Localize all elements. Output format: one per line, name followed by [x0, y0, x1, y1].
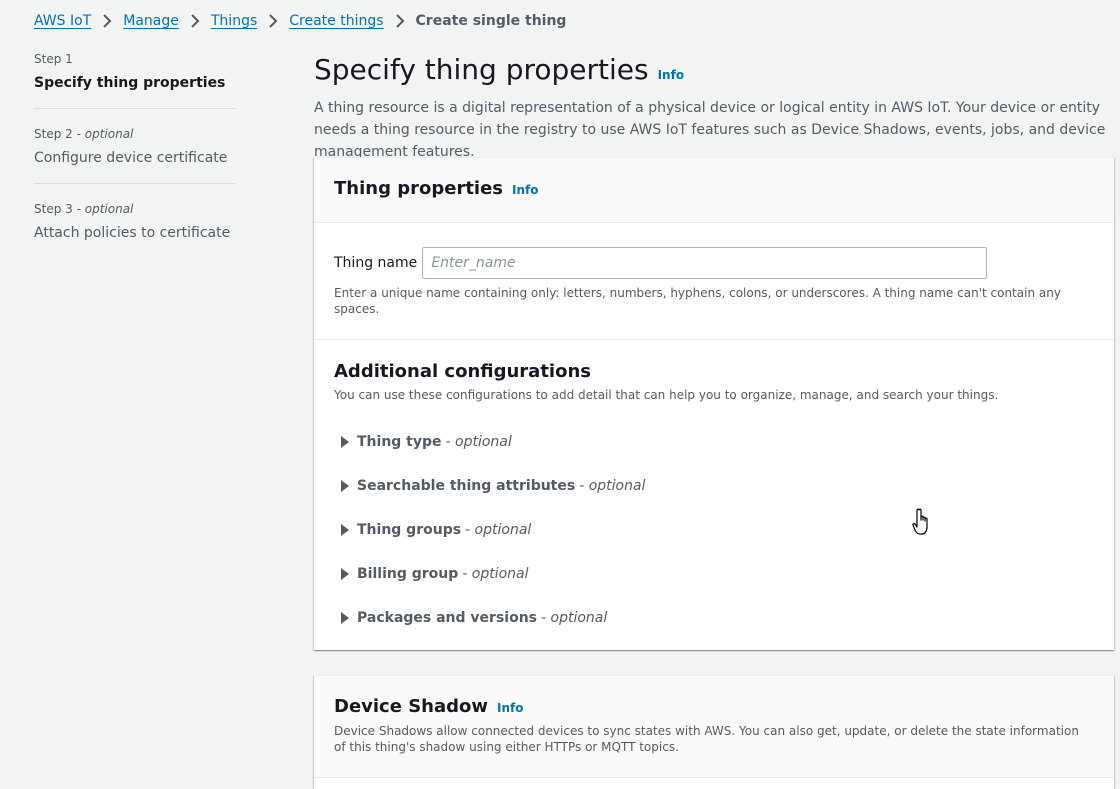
step-title[interactable]: Attach policies to certificate [34, 222, 235, 244]
page-title-text: Specify thing properties [314, 53, 649, 86]
expander-billing-group[interactable]: Billing group - optional [334, 552, 1094, 596]
additional-configurations-title: Additional configurations [334, 361, 591, 382]
device-shadow-description: Device Shadows allow connected devices t… [334, 724, 1079, 754]
expander-searchable-attributes[interactable]: Searchable thing attributes - optional [334, 464, 1094, 508]
page-title: Specify thing properties Info [314, 52, 1114, 93]
panel-header: Thing properties Info [314, 158, 1114, 223]
divider [34, 108, 235, 109]
breadcrumb-manage[interactable]: Manage [123, 11, 179, 31]
expander-label: Thing groups [357, 522, 462, 538]
caret-right-icon [341, 436, 349, 448]
page-info-link[interactable]: Info [658, 57, 684, 93]
step-3[interactable]: Step 3 - optional Attach policies to cer… [34, 200, 235, 244]
optional-tag: - optional [465, 522, 532, 538]
expander-label: Billing group [357, 566, 459, 582]
divider [34, 183, 235, 184]
caret-right-icon [341, 480, 349, 492]
thing-name-input[interactable] [422, 247, 988, 279]
step-title[interactable]: Configure device certificate [34, 147, 235, 169]
panel-title-text: Device Shadow [334, 696, 489, 717]
chevron-right-icon [179, 11, 211, 31]
breadcrumb-create-things[interactable]: Create things [289, 11, 383, 31]
panel-title: Thing properties Info [334, 176, 1094, 203]
thing-properties-panel: Thing properties Info Thing name Enter a… [314, 157, 1114, 650]
additional-configurations: Additional configurations You can use th… [314, 340, 1114, 660]
expander-label: Packages and versions [357, 610, 537, 626]
wizard-steps: Step 1 Specify thing properties Step 2 -… [34, 50, 235, 244]
expander-list: Thing type - optional Searchable thing a… [334, 420, 1094, 640]
optional-tag: - optional [462, 566, 529, 582]
device-shadow-info-link[interactable]: Info [497, 695, 523, 721]
page-description: A thing resource is a digital representa… [314, 100, 1106, 160]
breadcrumb: AWS IoT Manage Things Create things Crea… [34, 11, 566, 31]
step-number: Step 3 - optional [34, 202, 134, 216]
thing-name-label: Thing name [334, 255, 418, 271]
panel-title: Device Shadow Info [334, 694, 1094, 721]
thing-name-field: Thing name Enter a unique name containin… [314, 223, 1114, 340]
step-number: Step 1 [34, 52, 73, 66]
step-title: Specify thing properties [34, 75, 226, 91]
optional-tag: - optional [579, 478, 646, 494]
thing-name-hint: Enter a unique name containing only: let… [334, 286, 1061, 316]
device-shadow-panel: Device Shadow Info Device Shadows allow … [314, 675, 1114, 789]
panel-title-text: Thing properties [334, 178, 504, 199]
optional-tag: - optional [445, 434, 512, 450]
main-header: Specify thing properties Info A thing re… [314, 52, 1114, 163]
chevron-right-icon [384, 11, 416, 31]
caret-right-icon [341, 568, 349, 580]
chevron-right-icon [257, 11, 289, 31]
hand-pointer-icon [912, 508, 928, 535]
step-1: Step 1 Specify thing properties [34, 50, 235, 94]
expander-thing-groups[interactable]: Thing groups - optional [334, 508, 1094, 552]
thing-properties-info-link[interactable]: Info [512, 177, 538, 203]
additional-configurations-description: You can use these configurations to add … [334, 388, 999, 402]
panel-header: Device Shadow Info Device Shadows allow … [314, 676, 1114, 778]
step-2[interactable]: Step 2 - optional Configure device certi… [34, 125, 235, 169]
expander-packages-versions[interactable]: Packages and versions - optional [334, 596, 1094, 640]
optional-tag: - optional [541, 610, 608, 626]
chevron-right-icon [91, 11, 123, 31]
caret-right-icon [341, 524, 349, 536]
step-number: Step 2 - optional [34, 127, 134, 141]
expander-thing-type[interactable]: Thing type - optional [334, 420, 1094, 464]
expander-label: Thing type [357, 434, 442, 450]
expander-label: Searchable thing attributes [357, 478, 576, 494]
breadcrumb-things[interactable]: Things [211, 11, 257, 31]
breadcrumb-aws-iot[interactable]: AWS IoT [34, 11, 91, 31]
caret-right-icon [341, 612, 349, 624]
breadcrumb-current: Create single thing [415, 13, 567, 29]
